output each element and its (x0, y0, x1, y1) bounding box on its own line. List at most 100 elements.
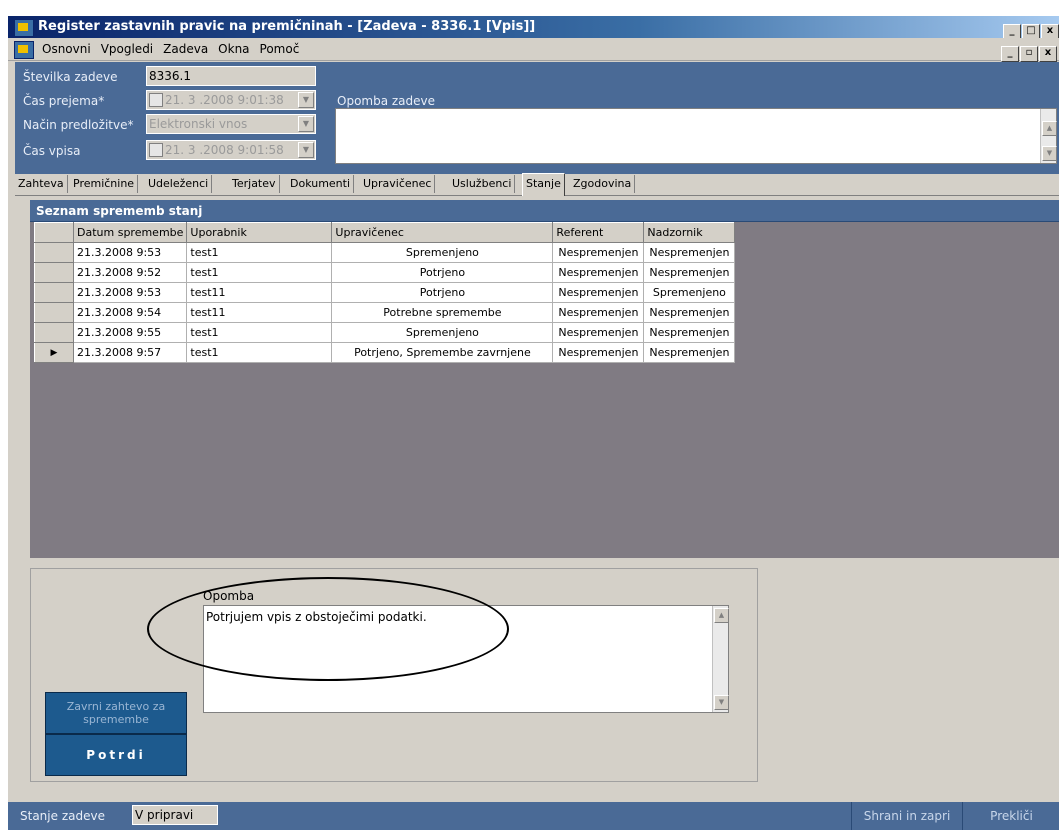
table-cell[interactable]: test11 (186, 282, 333, 303)
table-row[interactable]: 21.3.2008 9:53 test1 Spremenjeno Nespremenj… (34, 242, 736, 263)
chevron-down-icon[interactable]: ▼ (298, 116, 314, 132)
menu-item[interactable]: Vpogledi (101, 42, 153, 56)
table-cell[interactable]: Nespremenjen (643, 242, 736, 263)
case-number-label: Številka zadeve (23, 70, 118, 84)
table-cell[interactable]: Nespremenjen (552, 282, 645, 303)
close-icon[interactable]: x (1039, 46, 1057, 62)
case-note-textarea[interactable]: ▲ ▼ (335, 108, 1057, 164)
confirm-button[interactable]: Potrdi (45, 734, 187, 776)
table-cell[interactable]: Nespremenjen (552, 302, 645, 323)
column-header[interactable]: Nadzornik (643, 222, 736, 243)
received-time-value: 21. 3 .2008 9:01:38 (165, 93, 284, 107)
table-row[interactable]: 21.3.2008 9:53 test11 Potrjeno Nespremenjen… (34, 282, 736, 303)
tab-dokumenti[interactable]: Dokumenti (287, 175, 355, 193)
table-cell[interactable]: 21.3.2008 9:55 (72, 322, 188, 343)
tab-stanje[interactable]: Stanje (522, 173, 565, 196)
restore-icon[interactable]: ▫ (1020, 46, 1038, 62)
entry-time-field[interactable]: 21. 3 .2008 9:01:58 ▼ (146, 140, 316, 160)
scroll-down-icon[interactable]: ▼ (714, 695, 729, 710)
table-cell[interactable]: Spremenjeno (331, 242, 554, 263)
submission-method-label: Način predložitve* (23, 118, 134, 132)
cancel-button[interactable]: Prekliči (962, 802, 1059, 830)
table-cell[interactable]: 21.3.2008 9:54 (72, 302, 188, 323)
table-cell[interactable]: test1 (186, 342, 333, 363)
table-cell[interactable]: Potrjeno, Spremembe zavrnjene (331, 342, 554, 363)
submission-method-select[interactable]: Elektronski vnos ▼ (146, 114, 316, 134)
row-selector[interactable] (34, 322, 74, 343)
case-status-field[interactable]: V pripravi (132, 805, 218, 825)
table-cell[interactable]: Nespremenjen (643, 302, 736, 323)
menu-item[interactable]: Osnovni (42, 42, 91, 56)
current-row-indicator-icon[interactable]: ▶ (34, 342, 74, 363)
note-scrollbar[interactable]: ▲ ▼ (712, 606, 729, 712)
menu-item[interactable]: Okna (218, 42, 249, 56)
tab-upravicenec[interactable]: Upravičenec (360, 175, 436, 193)
tab-premicnine[interactable]: Premičnine (70, 175, 139, 193)
status-bar: Stanje zadeve V pripravi Shrani in zapri… (8, 802, 1059, 830)
minimize-icon[interactable]: _ (1001, 46, 1019, 62)
scroll-down-icon[interactable]: ▼ (1042, 146, 1057, 161)
case-note-label: Opomba zadeve (337, 94, 436, 108)
table-cell[interactable]: test1 (186, 322, 333, 343)
table-row[interactable]: 21.3.2008 9:55 test1 Spremenjeno Nespremenj… (34, 322, 736, 343)
table-cell[interactable]: 21.3.2008 9:53 (72, 242, 188, 263)
state-changes-table: Datum spremembe Uporabnik Upravičenec Re… (34, 222, 736, 363)
table-cell[interactable]: test11 (186, 302, 333, 323)
column-header[interactable]: Upravičenec (331, 222, 554, 243)
table-cell[interactable]: test1 (186, 262, 333, 283)
row-selector[interactable] (34, 262, 74, 283)
table-cell[interactable]: Nespremenjen (552, 322, 645, 343)
table-cell[interactable]: Nespremenjen (552, 242, 645, 263)
reject-changes-button[interactable]: Zavrni zahtevo za spremembe (45, 692, 187, 734)
scroll-up-icon[interactable]: ▲ (714, 608, 729, 623)
table-cell[interactable]: Nespremenjen (643, 262, 736, 283)
table-cell[interactable]: 21.3.2008 9:52 (72, 262, 188, 283)
checkbox-icon[interactable] (149, 142, 163, 157)
table-cell[interactable]: Potrjeno (331, 262, 554, 283)
save-close-button[interactable]: Shrani in zapri (851, 802, 962, 830)
table-cell[interactable]: Nespremenjen (552, 342, 645, 363)
table-cell[interactable]: Nespremenjen (552, 262, 645, 283)
table-cell[interactable]: Nespremenjen (643, 322, 736, 343)
state-changes-panel: Seznam sprememb stanj Datum spremembe Up… (30, 200, 1059, 558)
table-cell[interactable]: 21.3.2008 9:57 (72, 342, 188, 363)
column-header[interactable]: Referent (552, 222, 645, 243)
tab-terjatev[interactable]: Terjatev (229, 175, 280, 193)
tab-usluzbenci[interactable]: Uslužbenci (449, 175, 516, 193)
case-note-scrollbar[interactable]: ▲ ▼ (1040, 109, 1057, 163)
menu-item[interactable]: Zadeva (163, 42, 208, 56)
table-cell[interactable]: Potrebne spremembe (331, 302, 554, 323)
entry-time-label: Čas vpisa (23, 144, 81, 158)
scroll-up-icon[interactable]: ▲ (1042, 121, 1057, 136)
table-cell[interactable]: Spremenjeno (331, 322, 554, 343)
table-cell[interactable]: test1 (186, 242, 333, 263)
tab-strip: Zahteva Premičnine Udeleženci Terjatev D… (15, 173, 1059, 196)
column-header[interactable]: Uporabnik (186, 222, 333, 243)
chevron-down-icon[interactable]: ▼ (298, 92, 314, 108)
document-window-controls: _ ▫ x (1000, 41, 1057, 63)
tab-zgodovina[interactable]: Zgodovina (570, 175, 636, 193)
table-cell[interactable]: Nespremenjen (643, 342, 736, 363)
table-cell[interactable]: 21.3.2008 9:53 (72, 282, 188, 303)
table-cell[interactable]: Spremenjeno (643, 282, 736, 303)
table-row[interactable]: 21.3.2008 9:54 test11 Potrebne spremembe Ne… (34, 302, 736, 323)
row-selector[interactable] (34, 242, 74, 263)
row-selector[interactable] (34, 302, 74, 323)
menu-item[interactable]: Pomoč (260, 42, 300, 56)
checkbox-icon[interactable] (149, 92, 163, 107)
tab-udelezenci[interactable]: Udeleženci (145, 175, 213, 193)
table-row[interactable]: ▶ 21.3.2008 9:57 test1 Potrjeno, Spremembe … (34, 342, 736, 363)
panel-title: Seznam sprememb stanj (30, 200, 1059, 222)
highlight-ellipse (147, 577, 509, 681)
document-icon[interactable] (14, 41, 34, 59)
column-header[interactable]: Datum spremembe (72, 222, 188, 243)
submission-method-value: Elektronski vnos (149, 117, 248, 131)
title-bar[interactable]: Register zastavnih pravic na premičninah… (8, 16, 1059, 40)
tab-zahteva[interactable]: Zahteva (15, 175, 68, 193)
received-time-field[interactable]: 21. 3 .2008 9:01:38 ▼ (146, 90, 316, 110)
table-row[interactable]: 21.3.2008 9:52 test1 Potrjeno Nespremenjen N… (34, 262, 736, 283)
table-cell[interactable]: Potrjeno (331, 282, 554, 303)
case-number-field[interactable]: 8336.1 (146, 66, 316, 86)
chevron-down-icon[interactable]: ▼ (298, 142, 314, 158)
row-selector[interactable] (34, 282, 74, 303)
